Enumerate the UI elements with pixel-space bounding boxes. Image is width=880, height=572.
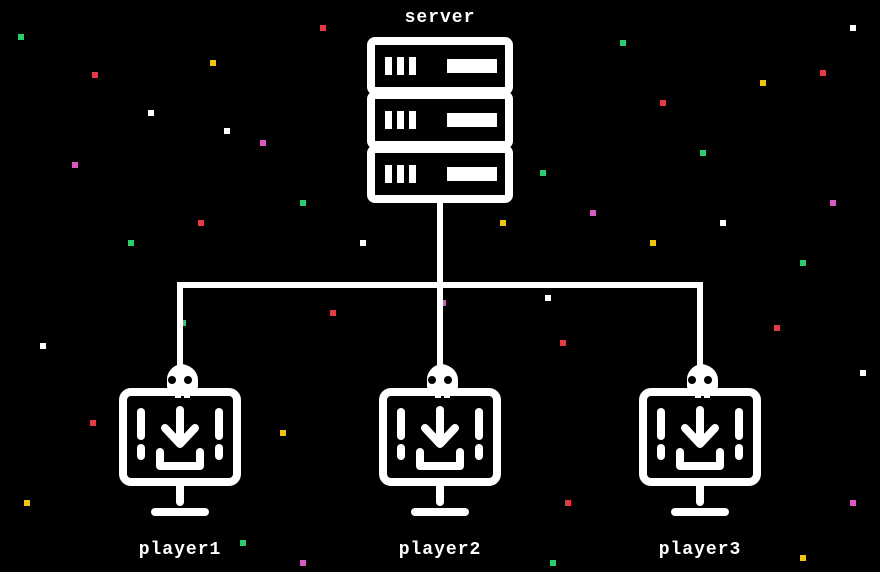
server-label: server [360, 8, 520, 28]
player2-label: player2 [360, 540, 520, 560]
player1-node [115, 362, 245, 522]
diagram-stage: server [0, 0, 880, 572]
infected-computer-icon [375, 362, 505, 522]
server-rack-icon [365, 35, 515, 205]
infected-computer-icon [115, 362, 245, 522]
player3-label: player3 [620, 540, 780, 560]
server-node [365, 35, 515, 205]
infected-computer-icon [635, 362, 765, 522]
player3-node [635, 362, 765, 522]
player1-label: player1 [100, 540, 260, 560]
player2-node [375, 362, 505, 522]
